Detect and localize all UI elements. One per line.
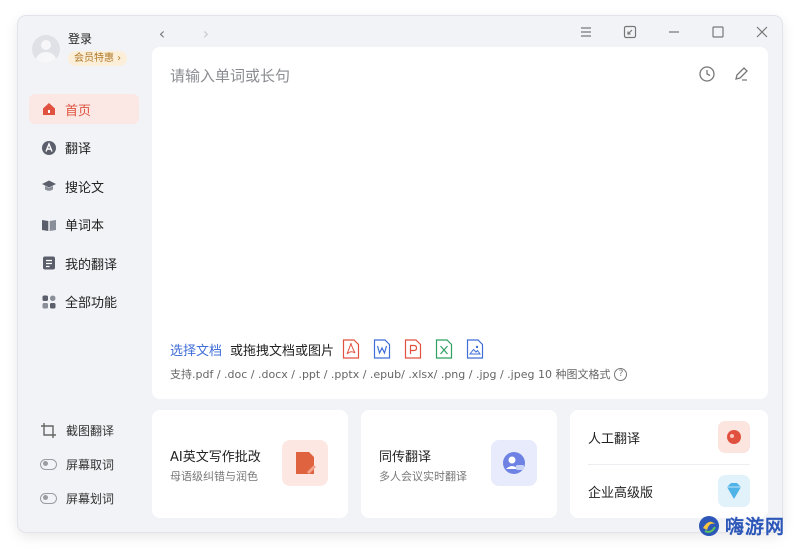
main-nav: 首页 翻译 搜论文 单词本 我的翻译 全部功能 bbox=[29, 94, 139, 325]
card-subtitle: 多人会议实时翻译 bbox=[379, 470, 467, 483]
translation-input-card[interactable]: 请输入单词或长句 选择文档 或拖拽文档或图片 支持.pdf / .doc / .… bbox=[152, 47, 768, 399]
screen-select-label: 屏幕划词 bbox=[66, 491, 115, 506]
screenshot-translate-label: 截图翻译 bbox=[66, 423, 115, 438]
file-upload-row: 选择文档 或拖拽文档或图片 bbox=[170, 339, 497, 359]
supported-formats: 支持.pdf / .doc / .docx / .ppt / .pptx / .… bbox=[170, 366, 628, 382]
enterprise-edition-link[interactable]: 企业高级版 bbox=[588, 482, 653, 501]
forward-arrow-icon[interactable]: › bbox=[198, 24, 214, 43]
ai-writing-card[interactable]: AI英文写作批改 母语级纠错与润色 bbox=[152, 410, 348, 518]
avatar[interactable] bbox=[32, 35, 60, 63]
divider bbox=[588, 464, 750, 465]
screen-select-toggle[interactable]: 屏幕划词 bbox=[40, 488, 114, 508]
image-file-icon bbox=[466, 339, 484, 359]
sidebar-item-label: 全部功能 bbox=[65, 296, 118, 311]
crop-icon bbox=[41, 422, 56, 438]
document-icon bbox=[43, 256, 55, 270]
graduation-cap-icon bbox=[42, 180, 56, 191]
sidebar-item-label: 搜论文 bbox=[65, 180, 105, 196]
minimize-icon[interactable] bbox=[666, 24, 682, 40]
home-icon bbox=[43, 103, 55, 115]
word-icon bbox=[373, 339, 391, 359]
history-icon[interactable] bbox=[698, 65, 716, 83]
app-window: 登录 会员特惠 › 首页 翻译 搜论文 单词本 我的翻译 全部功能 截图翻译 屏… bbox=[18, 16, 782, 532]
sidebar-item-label: 首页 bbox=[65, 103, 92, 119]
diamond-icon bbox=[718, 475, 750, 507]
professional-services-card: 人工翻译 企业高级版 bbox=[570, 410, 768, 518]
card-title: AI英文写作批改 bbox=[170, 450, 261, 465]
book-icon bbox=[42, 219, 56, 231]
grid-icon bbox=[42, 295, 56, 308]
watermark-text: 嗨游网 bbox=[725, 516, 786, 538]
sidebar-item-wordbook[interactable]: 单词本 bbox=[29, 210, 139, 240]
translate-icon bbox=[42, 140, 56, 155]
sidebar-item-home[interactable]: 首页 bbox=[29, 94, 139, 124]
sidebar-item-papers[interactable]: 搜论文 bbox=[29, 171, 139, 201]
back-arrow-icon[interactable]: ‹ bbox=[154, 24, 170, 43]
screenshot-translate-button[interactable]: 截图翻译 bbox=[40, 420, 114, 440]
help-icon[interactable]: ? bbox=[614, 367, 628, 381]
sidebar: 登录 会员特惠 › 首页 翻译 搜论文 单词本 我的翻译 全部功能 截图翻译 屏… bbox=[18, 16, 150, 532]
maximize-icon[interactable] bbox=[710, 24, 726, 40]
sidebar-item-all-features[interactable]: 全部功能 bbox=[29, 287, 139, 317]
user-profile[interactable]: 登录 会员特惠 › bbox=[32, 32, 128, 66]
mini-window-icon[interactable] bbox=[622, 24, 638, 40]
toggle-switch-icon[interactable] bbox=[40, 458, 57, 470]
toggle-switch-icon[interactable] bbox=[40, 492, 57, 504]
ai-writing-icon bbox=[282, 440, 328, 486]
sidebar-item-translate[interactable]: 翻译 bbox=[29, 133, 139, 163]
screen-lookup-toggle[interactable]: 屏幕取词 bbox=[40, 454, 114, 474]
card-subtitle: 母语级纠错与润色 bbox=[170, 470, 258, 483]
pen-icon[interactable] bbox=[732, 65, 750, 83]
human-translation-icon bbox=[718, 421, 750, 453]
human-translation-link[interactable]: 人工翻译 bbox=[588, 428, 640, 447]
meeting-icon bbox=[491, 440, 537, 486]
sidebar-item-label: 我的翻译 bbox=[65, 257, 118, 273]
watermark: 嗨游网 bbox=[697, 512, 785, 539]
menu-icon[interactable] bbox=[578, 24, 594, 40]
site-logo-icon bbox=[699, 515, 719, 536]
select-document-link[interactable]: 选择文档 bbox=[170, 340, 222, 359]
sidebar-item-label: 单词本 bbox=[65, 219, 105, 234]
vip-offer-badge[interactable]: 会员特惠 › bbox=[68, 51, 128, 66]
formats-text: 支持.pdf / .doc / .docx / .ppt / .pptx / .… bbox=[170, 368, 611, 381]
search-input[interactable]: 请输入单词或长句 bbox=[170, 65, 290, 86]
close-icon[interactable] bbox=[754, 24, 770, 40]
ppt-icon bbox=[404, 339, 422, 359]
sidebar-item-my-translations[interactable]: 我的翻译 bbox=[29, 248, 139, 278]
sidebar-item-label: 翻译 bbox=[65, 142, 92, 157]
simultaneous-translation-card[interactable]: 同传翻译 多人会议实时翻译 bbox=[361, 410, 557, 518]
card-title: 同传翻译 bbox=[379, 450, 432, 465]
bottom-tools: 截图翻译 屏幕取词 屏幕划词 bbox=[40, 420, 114, 522]
drag-hint: 或拖拽文档或图片 bbox=[230, 343, 335, 359]
screen-lookup-label: 屏幕取词 bbox=[66, 457, 115, 472]
excel-icon bbox=[435, 339, 453, 359]
pdf-icon bbox=[342, 339, 360, 359]
login-link[interactable]: 登录 bbox=[68, 32, 127, 46]
